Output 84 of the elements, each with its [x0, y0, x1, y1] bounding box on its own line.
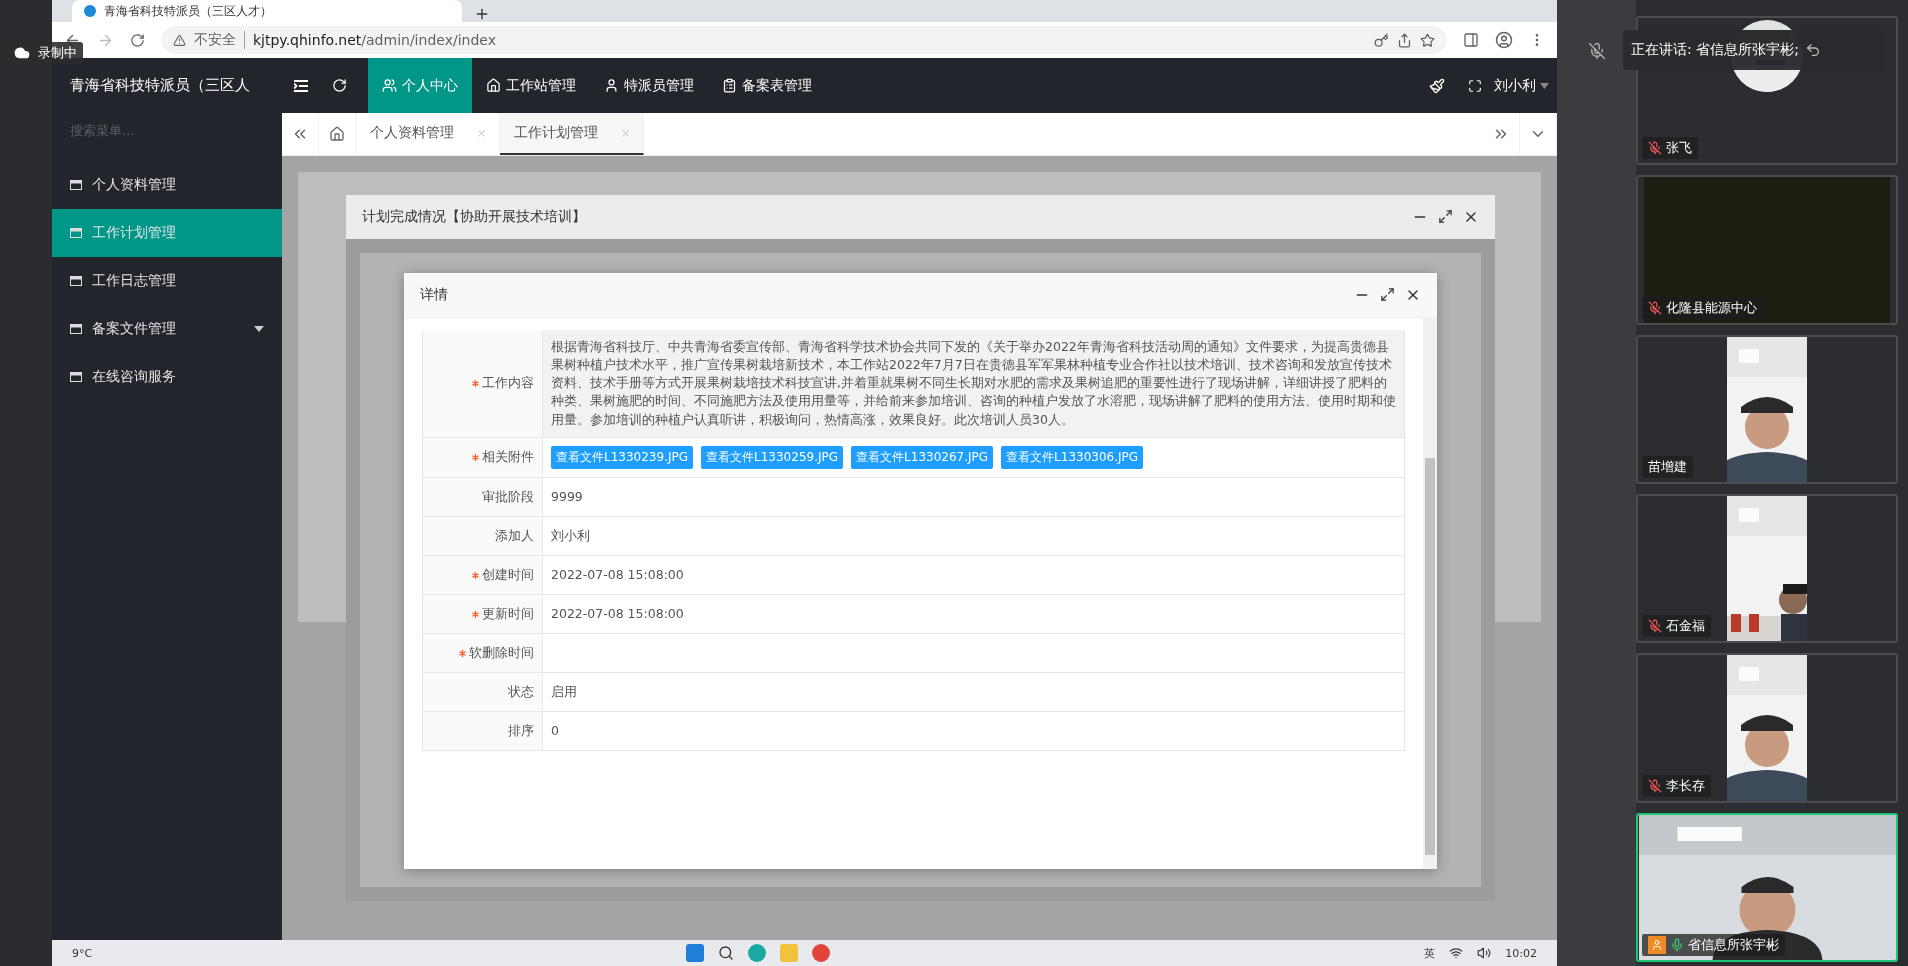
user-icon [604, 78, 619, 93]
recording-label: 录制中 [38, 44, 77, 62]
profile-icon[interactable] [1495, 31, 1513, 49]
person-icon [1648, 935, 1666, 954]
fullscreen-icon[interactable] [1468, 78, 1482, 93]
warning-icon [173, 33, 186, 47]
nav-item[interactable]: 备案表管理 [708, 58, 826, 113]
security-label: 不安全 [194, 31, 245, 49]
star-icon[interactable] [1420, 32, 1435, 48]
weather-text: 9°C [72, 946, 93, 960]
home-icon [486, 78, 501, 93]
page-tab[interactable]: 工作计划管理 [500, 113, 644, 155]
video-tile[interactable]: 化隆县能源中心 [1636, 175, 1898, 325]
sidebar-item[interactable]: 备案文件管理 [52, 305, 282, 353]
video-tile[interactable]: 李长存 [1636, 653, 1898, 803]
clock-text: 10:02 [1505, 946, 1537, 960]
field-label: 审批阶段 [482, 488, 534, 506]
participant-name: 化隆县能源中心 [1666, 298, 1757, 317]
field-value: 9999 [551, 487, 583, 506]
field-value: 2022-07-08 15:08:00 [551, 604, 684, 623]
dialog-title: 计划完成情况【协助开展技术培训】 [362, 208, 586, 226]
window-icon [70, 276, 82, 286]
clipboard-icon [722, 78, 737, 93]
search-icon[interactable] [718, 945, 735, 961]
participant-name: 李长存 [1666, 776, 1705, 795]
participant-name: 省信息所张宇彬 [1688, 935, 1779, 954]
sidebar-item[interactable]: 在线咨询服务 [52, 353, 282, 401]
start-icon[interactable] [686, 944, 705, 962]
maximize-icon[interactable] [1380, 287, 1395, 302]
browser-tab-title: 青海省科技特派员（三区人才） [104, 2, 272, 20]
side-panel-icon[interactable] [1463, 32, 1479, 48]
field-label: 排序 [508, 722, 534, 740]
site-icon [84, 5, 96, 17]
dialog-title: 详情 [420, 286, 448, 304]
field-value: 刘小利 [551, 526, 590, 545]
address-bar[interactable]: 不安全 kjtpy.qhinfo.net/admin/index/index [161, 26, 1447, 54]
browser-tab[interactable]: 青海省科技特派员（三区人才） [72, 0, 462, 22]
field-value: 根据青海省科技厅、中共青海省委宣传部、青海省科学技术协会共同下发的《关于举办2022年青海省科技活动周的通知》文件要求，为提高贵德县果树种植户技术水平，推广宣传果树栽培新技术，本工作站2022年7月7日在贵德县军军果林种植专业合作社以技术培训、技术咨询和发放宣传技术资料、技术手册等方式开展果树栽培技术科技宣讲,并着重就果树不同生长期对水肥的需求及果树追肥的重要性进行了现场讲解，详细讲授了肥料的种类、果树施肥的时间、不同施肥方法及使用用量等，并给前来参加培训、咨询的种植户发放了水溶肥，现场讲解了肥料的使用方法、使用时期和使用量。参加培训的种植户认真听讲，积极询问，热情高涨，效果良好。此次培训人员30人。 [551, 338, 1396, 429]
mic-muted-icon[interactable] [1587, 42, 1606, 60]
app-title: 青海省科技特派员（三区人 [69, 76, 251, 95]
user-menu[interactable]: 刘小利 [1494, 76, 1557, 95]
wifi-icon[interactable] [1449, 946, 1464, 960]
field-label: 工作内容 [482, 374, 534, 393]
url-text: kjtpy.qhinfo.net/admin/index/index [253, 32, 496, 48]
nav-item[interactable]: 个人中心 [368, 58, 472, 113]
nav-item[interactable]: 特派员管理 [590, 58, 708, 113]
field-label: 软删除时间 [469, 644, 534, 662]
ime-indicator[interactable]: 英 [1424, 945, 1436, 961]
window-icon [70, 324, 82, 334]
undo-icon[interactable] [1804, 42, 1821, 58]
home-icon[interactable] [329, 126, 345, 142]
window-icon [70, 372, 82, 382]
participant-name: 苗增建 [1648, 458, 1687, 476]
cloud-icon [14, 45, 30, 61]
participant-name: 张飞 [1666, 139, 1692, 158]
field-value: 启用 [551, 682, 577, 701]
users-icon [382, 78, 397, 93]
field-value: 0 [551, 721, 559, 740]
share-icon[interactable] [1397, 32, 1412, 48]
caret-icon [1540, 82, 1549, 89]
volume-icon[interactable] [1477, 946, 1492, 960]
refresh-icon[interactable] [331, 78, 347, 93]
field-label: 添加人 [495, 527, 534, 545]
video-tile[interactable]: 苗增建 [1636, 334, 1898, 484]
field-label: 创建时间 [482, 566, 534, 584]
reload-icon[interactable] [130, 32, 145, 48]
sidebar-item[interactable]: 工作日志管理 [52, 257, 282, 305]
field-label: 相关附件 [482, 448, 534, 467]
nav-item[interactable]: 工作站管理 [472, 58, 590, 113]
menu-icon[interactable] [294, 79, 308, 92]
window-icon [70, 228, 82, 238]
new-tab-icon[interactable] [474, 6, 490, 22]
key-icon[interactable] [1374, 32, 1389, 48]
window-icon [70, 180, 82, 190]
maximize-icon[interactable] [1438, 209, 1453, 224]
field-value: 2022-07-08 15:08:00 [551, 565, 684, 584]
participant-name: 石金福 [1666, 617, 1705, 636]
video-tile[interactable]: 省信息所张宇彬 [1636, 812, 1898, 962]
field-label: 更新时间 [482, 605, 534, 623]
brush-icon[interactable] [1429, 77, 1445, 94]
video-tile[interactable]: 石金福 [1636, 494, 1898, 644]
scrollbar[interactable] [1423, 318, 1437, 869]
field-label: 状态 [508, 683, 534, 701]
sidebar-item[interactable]: 个人资料管理 [52, 161, 282, 209]
